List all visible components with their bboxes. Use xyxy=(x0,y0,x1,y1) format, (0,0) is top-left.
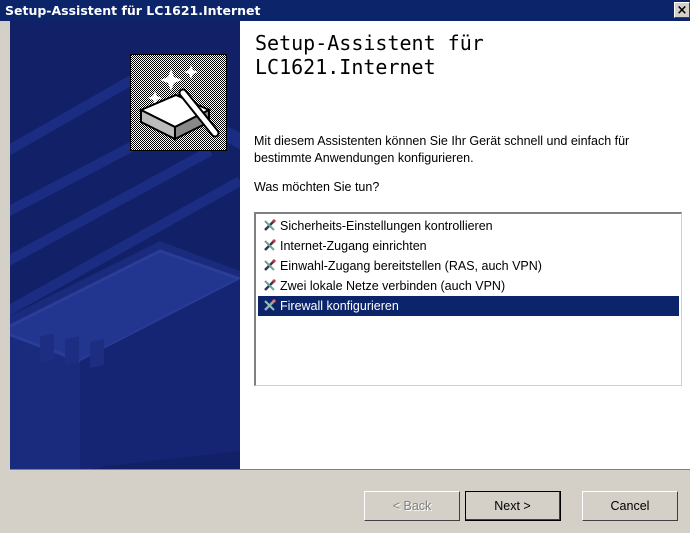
list-item-firewall[interactable]: Firewall konfigurieren xyxy=(258,296,679,316)
list-item-dialin-access[interactable]: Einwahl-Zugang bereitstellen (RAS, auch … xyxy=(258,256,679,276)
question-label: Was möchten Sie tun? xyxy=(254,180,380,194)
list-item-label: Firewall konfigurieren xyxy=(280,299,399,313)
button-bar: < Back Next > Cancel xyxy=(10,469,690,533)
wizard-tool-icon xyxy=(264,279,276,291)
page-title-line2: LC1621.Internet xyxy=(255,55,436,79)
wizard-tool-icon xyxy=(264,259,276,271)
window-left-edge xyxy=(0,21,10,533)
title-bar: Setup-Assistent für LC1621.Internet × xyxy=(0,0,690,21)
list-item-label: Einwahl-Zugang bereitstellen (RAS, auch … xyxy=(280,259,542,273)
description-text: Mit diesem Assistenten können Sie Ihr Ge… xyxy=(254,134,630,165)
wizard-content: Setup-Assistent für LC1621.Internet Mit … xyxy=(240,21,690,469)
page-title: Setup-Assistent für LC1621.Internet xyxy=(255,31,675,79)
wizard-wand-icon xyxy=(130,54,227,151)
wizard-tool-icon xyxy=(264,239,276,251)
list-item-label: Zwei lokale Netze verbinden (auch VPN) xyxy=(280,279,506,293)
next-button[interactable]: Next > xyxy=(465,491,561,521)
list-item-label: Sicherheits-Einstellungen kontrollieren xyxy=(280,219,493,233)
wizard-tool-icon xyxy=(264,219,276,231)
list-item-internet-access[interactable]: Internet-Zugang einrichten xyxy=(258,236,679,256)
wizard-tool-icon xyxy=(264,299,276,311)
list-item-security-settings[interactable]: Sicherheits-Einstellungen kontrollieren xyxy=(258,216,679,236)
list-item-connect-networks[interactable]: Zwei lokale Netze verbinden (auch VPN) xyxy=(258,276,679,296)
list-item-label: Internet-Zugang einrichten xyxy=(280,239,427,253)
cancel-button[interactable]: Cancel xyxy=(582,491,678,521)
option-listbox[interactable]: Sicherheits-Einstellungen kontrollieren … xyxy=(254,212,682,386)
page-title-line1: Setup-Assistent für xyxy=(255,31,484,55)
back-button[interactable]: < Back xyxy=(364,491,460,521)
close-button[interactable]: × xyxy=(674,2,690,18)
window-title: Setup-Assistent für LC1621.Internet xyxy=(5,3,261,18)
wizard-side-banner xyxy=(10,21,240,469)
